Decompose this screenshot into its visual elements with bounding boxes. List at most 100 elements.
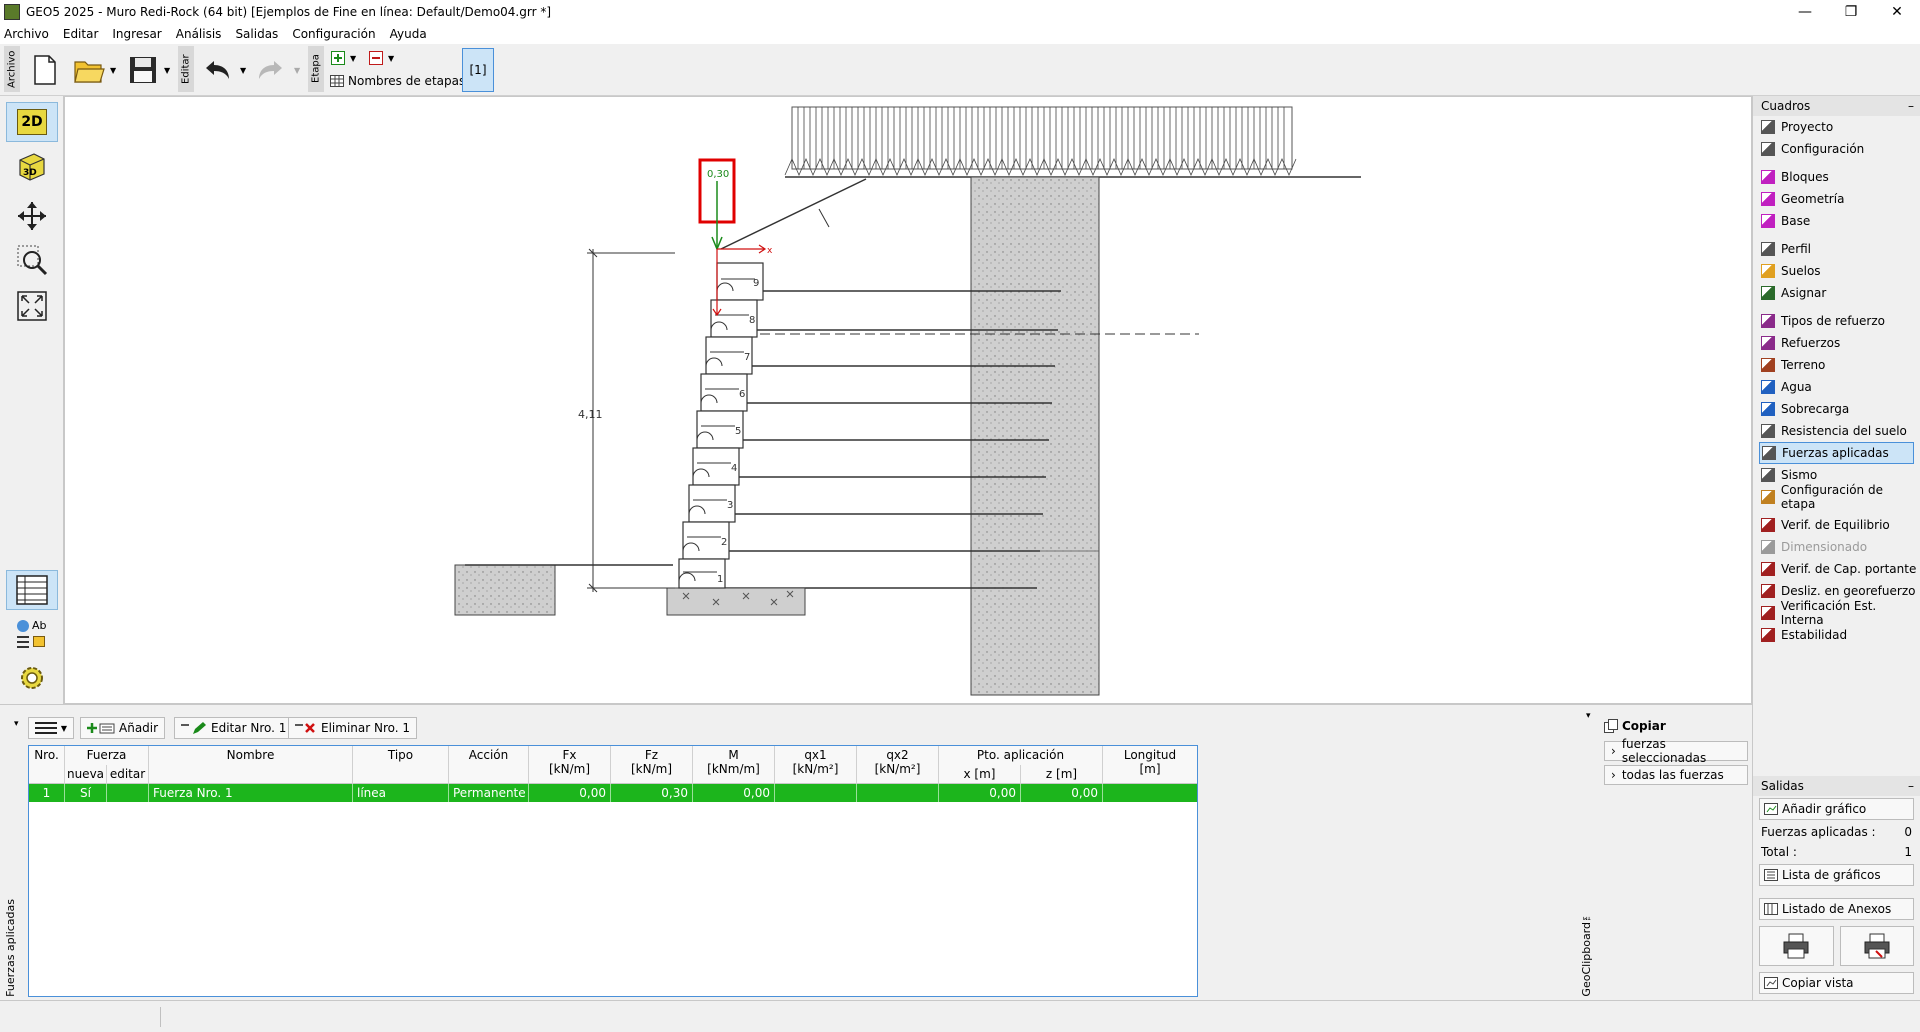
save-dropdown-icon[interactable]: ▼ [164,66,170,75]
copy-selected-forces-button[interactable]: › fuerzas seleccionadas [1604,737,1748,765]
frame-item-equilibrium[interactable]: Verif. de Equilibrio [1753,514,1920,536]
print-export-button[interactable] [1839,926,1914,966]
edit-force-button[interactable]: Editar Nro. 1 [174,717,294,739]
remove-stage-button[interactable] [368,50,384,66]
reinforcement-types-icon [1761,314,1775,328]
frame-item-base[interactable]: Base [1753,210,1920,232]
frame-item-assign[interactable]: Asignar [1753,282,1920,304]
redo-button[interactable] [254,56,288,84]
bearing-icon [1761,562,1775,576]
right-panel: Cuadros – Proyecto Configuración Bloques Ge… [1752,96,1920,1000]
menu-editar[interactable]: Editar [63,27,99,41]
table-row[interactable]: 1 Sí Fuerza Nro. 1 línea Permanente 0,00… [29,784,1197,802]
stage-settings-icon [1761,490,1775,504]
frame-item-internal-stability[interactable]: Verificación Est. Interna [1753,599,1920,627]
col-accion: Acción [449,746,529,784]
frame-item-terrain[interactable]: Terreno [1753,354,1920,376]
copy-icon [1604,719,1618,733]
remove-stage-dropdown-icon[interactable]: ▼ [388,54,394,63]
applied-forces-table[interactable]: Nro. Fuerza nueva editar Nombre Tipo Acc… [28,745,1198,997]
menu-configuracion[interactable]: Configuración [292,27,375,41]
zoom-extents-button[interactable] [6,286,58,326]
frame-item-document[interactable]: Proyecto [1753,116,1920,138]
minimize-button[interactable]: — [1782,0,1828,24]
chart-list-icon [1764,869,1778,881]
open-dropdown-icon[interactable]: ▼ [110,66,116,75]
chart-list-button[interactable]: Lista de gráficos [1759,864,1914,886]
menu-analisis[interactable]: Análisis [176,27,222,41]
copy-all-forces-button[interactable]: › todas las fuerzas [1604,765,1748,785]
frame-item-profile[interactable]: Perfil [1753,238,1920,260]
frame-item-soils[interactable]: Suelos [1753,260,1920,282]
move-view-button[interactable] [6,196,58,236]
frame-item-geometry[interactable]: Geometría [1753,188,1920,210]
add-chart-icon [1764,803,1778,815]
print-button[interactable] [1759,926,1834,966]
new-file-button[interactable] [30,54,60,86]
frames-collapse-button[interactable]: – [1908,99,1914,113]
menu-archivo[interactable]: Archivo [4,27,49,41]
frame-item-dimensioning[interactable]: Dimensionado [1753,536,1920,558]
undo-button[interactable] [200,56,234,84]
add-chart-button[interactable]: Añadir gráfico [1759,798,1914,820]
stage-1-button[interactable]: [1] [462,48,494,92]
frame-item-soil-resistance[interactable]: Resistencia del suelo [1753,420,1920,442]
geoclipboard-side-tab[interactable]: GeoClipboard™ [1580,713,1596,997]
frame-item-reinforcement-types[interactable]: Tipos de refuerzo [1753,310,1920,332]
svg-text:5: 5 [735,426,741,437]
stage-names-button[interactable]: Nombres de etapas [330,74,465,88]
profile-icon [1761,242,1775,256]
add-stage-button[interactable] [330,50,346,66]
applied-forces-side-tab[interactable]: Fuerzas aplicadas [4,713,20,997]
menu-ayuda[interactable]: Ayuda [390,27,427,41]
table-view-button[interactable] [6,570,58,610]
zoom-window-button[interactable] [6,240,58,280]
frame-item-bearing[interactable]: Verif. de Cap. portante [1753,558,1920,580]
save-file-button[interactable] [126,54,160,86]
printer-pdf-icon [1864,933,1890,959]
delete-force-button[interactable]: Eliminar Nro. 1 [288,717,418,739]
new-file-icon [34,55,56,85]
maximize-button[interactable]: ❐ [1828,0,1874,24]
add-force-button[interactable]: Añadir [80,717,166,739]
undo-dropdown-icon[interactable]: ▼ [240,66,246,75]
move-arrows-icon [18,202,46,230]
table-header: Nro. Fuerza nueva editar Nombre Tipo Acc… [29,746,1197,784]
view-2d-button[interactable]: 2D [6,102,58,142]
delete-x-icon [295,723,315,733]
drawing-canvas[interactable]: 9 8 7 6 5 4 3 2 1 4,11 0,30 x [64,96,1752,704]
settings-view-button[interactable] [6,658,58,698]
frame-item-blocks[interactable]: Bloques [1753,166,1920,188]
gear-icon [21,667,43,689]
geometry-icon [1761,192,1775,206]
reinforcements-icon [1761,336,1775,350]
view-mode-button[interactable]: ▼ [28,717,74,739]
frame-item-stability[interactable]: Estabilidad [1753,624,1920,646]
close-button[interactable]: ✕ [1874,0,1920,24]
outputs-collapse-button[interactable]: – [1908,779,1914,793]
add-stage-dropdown-icon[interactable]: ▼ [350,54,356,63]
add-plus-icon [87,723,115,734]
frame-item-gear[interactable]: Configuración [1753,138,1920,160]
grid-table-icon [330,75,344,87]
frame-item-applied-forces[interactable]: Fuerzas aplicadas [1759,442,1914,464]
view-3d-button[interactable]: 3D [6,146,58,186]
legend-view-button[interactable]: Ab [6,614,58,654]
add-stage-icon [331,51,345,65]
open-file-button[interactable] [72,54,106,86]
frame-item-reinforcements[interactable]: Refuerzos [1753,332,1920,354]
frame-item-water[interactable]: Agua [1753,376,1920,398]
annex-list-button[interactable]: Listado de Anexos [1759,898,1914,920]
menu-ingresar[interactable]: Ingresar [112,27,161,41]
app-logo-icon [4,4,20,20]
frame-item-surcharge[interactable]: Sobrecarga [1753,398,1920,420]
edit-pencil-icon [181,722,206,734]
menu-salidas[interactable]: Salidas [235,27,278,41]
equilibrium-icon [1761,518,1775,532]
svg-text:6: 6 [739,389,745,400]
frame-item-stage-settings[interactable]: Configuración de etapa [1753,483,1920,511]
remove-stage-icon [369,51,383,65]
status-bar [0,1000,1920,1032]
copy-view-button[interactable]: Copiar vista [1759,972,1914,994]
redo-dropdown-icon[interactable]: ▼ [294,66,300,75]
